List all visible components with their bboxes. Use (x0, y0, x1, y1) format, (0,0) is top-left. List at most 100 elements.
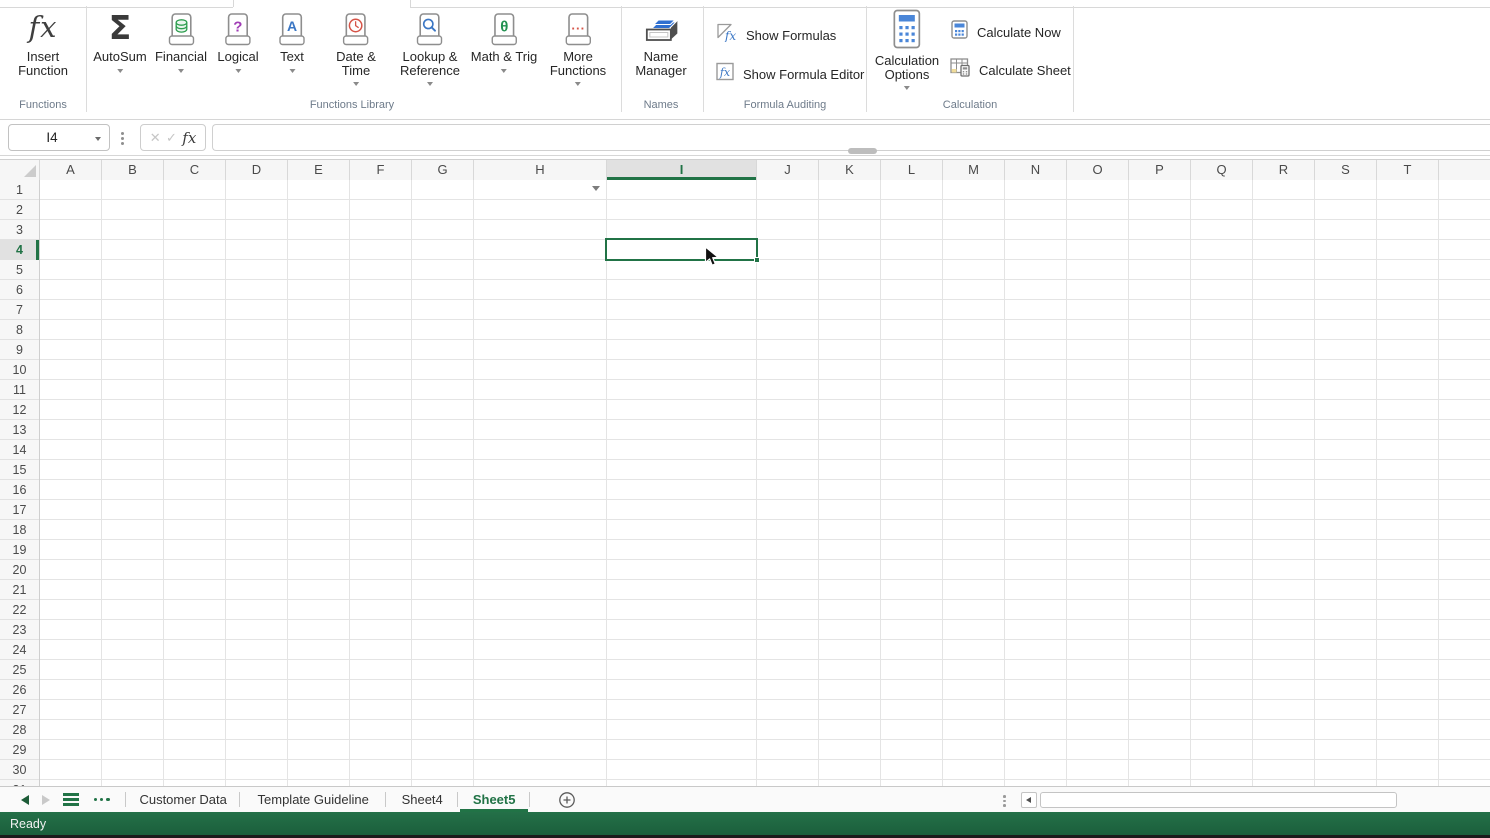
calculation-options-button[interactable]: Calculation Options (875, 8, 939, 90)
ribbon-button-autosum[interactable]: ΣAutoSum (93, 8, 146, 73)
column-header-g[interactable]: G (412, 160, 474, 180)
chevron-down-icon (353, 82, 359, 86)
calculation-options-label: Calculation Options (875, 54, 939, 81)
column-header-d[interactable]: D (226, 160, 288, 180)
row-header-28[interactable]: 28 (0, 720, 39, 740)
row-header-10[interactable]: 10 (0, 360, 39, 380)
row-header-29[interactable]: 29 (0, 740, 39, 760)
calculate-now-button[interactable]: Calculate Now (950, 21, 1061, 43)
ribbon-button-text[interactable]: AText (279, 8, 306, 73)
ribbon-button-date-time[interactable]: Date & Time (336, 8, 376, 86)
row-header-26[interactable]: 26 (0, 680, 39, 700)
horizontal-scrollbar[interactable] (1040, 792, 1397, 808)
row-header-19[interactable]: 19 (0, 540, 39, 560)
column-header-m[interactable]: M (943, 160, 1005, 180)
row-header-1[interactable]: 1 (0, 180, 39, 200)
column-header-s[interactable]: S (1315, 160, 1377, 180)
column-header-t[interactable]: T (1377, 160, 1439, 180)
scroll-left-button[interactable] (1021, 792, 1037, 808)
name-manager-button[interactable]: Name Manager (635, 8, 686, 77)
row-header-22[interactable]: 22 (0, 600, 39, 620)
column-header-b[interactable]: B (102, 160, 164, 180)
row-header-16[interactable]: 16 (0, 480, 39, 500)
row-header-23[interactable]: 23 (0, 620, 39, 640)
filter-dropdown-icon[interactable] (592, 186, 600, 191)
row-header-12[interactable]: 12 (0, 400, 39, 420)
enter-icon[interactable]: ✓ (166, 130, 177, 146)
row-header-8[interactable]: 8 (0, 320, 39, 340)
next-sheet-icon[interactable] (42, 795, 50, 805)
column-header-c[interactable]: C (164, 160, 226, 180)
ribbon-button-financial[interactable]: Financial (155, 8, 207, 73)
row-header-3[interactable]: 3 (0, 220, 39, 240)
row-header-2[interactable]: 2 (0, 200, 39, 220)
column-header-p[interactable]: P (1129, 160, 1191, 180)
insert-function-fx-icon[interactable]: fx (182, 129, 196, 147)
sheet-tab-sheet5[interactable]: Sheet5 (458, 787, 530, 812)
column-header-e[interactable]: E (288, 160, 350, 180)
row-header-13[interactable]: 13 (0, 420, 39, 440)
column-header-i[interactable]: I (607, 160, 757, 180)
ribbon-tab-row-edge (410, 0, 411, 7)
prev-sheet-icon[interactable] (21, 795, 29, 805)
formula-bar-drag-handle[interactable] (121, 130, 124, 147)
sheet-tab-template-guideline[interactable]: Template Guideline (240, 787, 386, 812)
gridline (818, 180, 819, 786)
row-header-5[interactable]: 5 (0, 260, 39, 280)
ribbon-button-lookup-reference[interactable]: Lookup & Reference (400, 8, 460, 86)
cells-area[interactable] (40, 180, 1490, 786)
show-formula-editor-button[interactable]: fx Show Formula Editor (716, 63, 864, 85)
row-header-21[interactable]: 21 (0, 580, 39, 600)
ribbon-button-logical[interactable]: ?Logical (217, 8, 258, 73)
column-header-k[interactable]: K (819, 160, 881, 180)
row-header-17[interactable]: 17 (0, 500, 39, 520)
column-header-n[interactable]: N (1005, 160, 1067, 180)
splitter-handle[interactable] (848, 148, 877, 154)
row-header-15[interactable]: 15 (0, 460, 39, 480)
fill-handle[interactable] (754, 257, 760, 263)
more-sheets-icon[interactable] (92, 791, 111, 809)
row-header-20[interactable]: 20 (0, 560, 39, 580)
row-header-11[interactable]: 11 (0, 380, 39, 400)
sheet-tabs: Customer DataTemplate GuidelineSheet4 She… (126, 787, 530, 812)
column-header-l[interactable]: L (881, 160, 943, 180)
column-header-o[interactable]: O (1067, 160, 1129, 180)
sheet-tab-sheet4[interactable]: Sheet4 (386, 787, 458, 812)
row-header-18[interactable]: 18 (0, 520, 39, 540)
calculate-sheet-button[interactable]: Calculate Sheet (950, 59, 1071, 81)
add-sheet-button[interactable] (558, 787, 576, 812)
column-header-a[interactable]: A (40, 160, 102, 180)
column-header-j[interactable]: J (757, 160, 819, 180)
selected-cell-outline (605, 238, 758, 261)
cancel-icon[interactable]: ✕ (150, 130, 161, 146)
ribbon-button-more-functions[interactable]: ...More Functions (550, 8, 606, 86)
column-header-partial[interactable] (1439, 160, 1490, 180)
sheet-tab-customer-data[interactable]: Customer Data (126, 787, 240, 812)
row-header-27[interactable]: 27 (0, 700, 39, 720)
ribbon-button-label: Logical (217, 50, 258, 64)
name-box[interactable]: I4 (8, 124, 110, 151)
ribbon-button-math-trig[interactable]: θMath & Trig (471, 8, 537, 73)
row-header-4[interactable]: 4 (0, 240, 39, 260)
row-header-30[interactable]: 30 (0, 760, 39, 780)
row-header-24[interactable]: 24 (0, 640, 39, 660)
insert-function-button[interactable]: fx Insert Function (18, 8, 68, 77)
status-text: Ready (10, 817, 46, 831)
select-all-corner[interactable] (0, 160, 40, 180)
row-header-7[interactable]: 7 (0, 300, 39, 320)
formula-input[interactable] (212, 124, 1490, 151)
row-header-25[interactable]: 25 (0, 660, 39, 680)
column-header-f[interactable]: F (350, 160, 412, 180)
column-header-h[interactable]: H (474, 160, 607, 180)
gridline (1376, 180, 1377, 786)
scrollbar-drag-handle[interactable] (1003, 793, 1006, 809)
column-header-r[interactable]: R (1253, 160, 1315, 180)
sheet-tab-label: Sheet5 (473, 792, 516, 807)
column-header-q[interactable]: Q (1191, 160, 1253, 180)
row-header-9[interactable]: 9 (0, 340, 39, 360)
row-header-6[interactable]: 6 (0, 280, 39, 300)
row-header-14[interactable]: 14 (0, 440, 39, 460)
show-formulas-button[interactable]: fx Show Formulas (716, 24, 836, 46)
sheet-nav (0, 787, 126, 812)
sheet-list-menu-icon[interactable] (63, 791, 79, 808)
